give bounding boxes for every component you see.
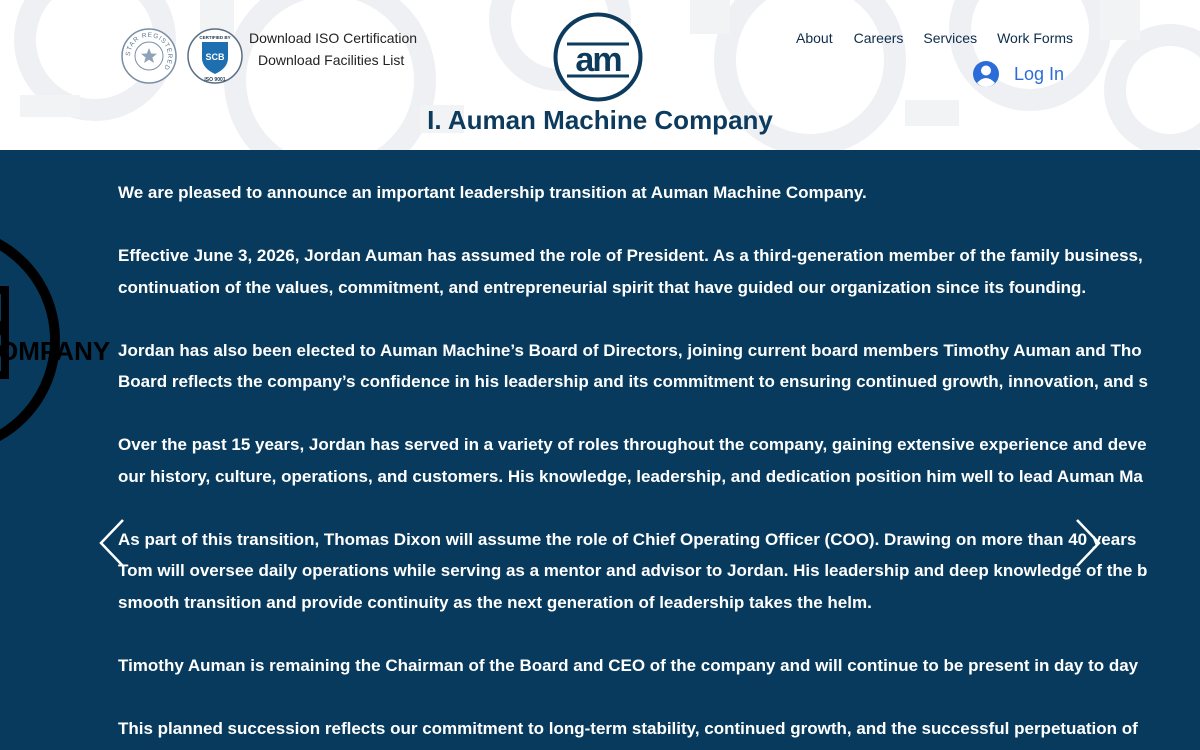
chevron-left-icon — [99, 519, 124, 567]
page-title: I. Auman Machine Company — [427, 105, 773, 135]
scb-mark: SCB — [205, 52, 225, 62]
login-button[interactable]: Log In — [972, 60, 1064, 88]
paragraph-line: As part of this transition, Thomas Dixon… — [118, 529, 1137, 549]
watermark-text: OMPANY — [0, 336, 110, 366]
scb-bottom-text: ISO 9001 — [204, 77, 225, 83]
nav-about[interactable]: About — [796, 30, 833, 46]
login-label: Log In — [1014, 63, 1065, 84]
nav-careers[interactable]: Careers — [854, 30, 904, 46]
paragraph-5: As part of this transition, Thomas Dixon… — [118, 524, 1200, 619]
paragraph-3: Jordan has also been elected to Auman Ma… — [118, 335, 1200, 398]
announcement-text: We are pleased to announce an important … — [118, 177, 1200, 750]
paragraph-2: Effective June 3, 2026, Jordan Auman has… — [118, 240, 1200, 303]
paragraph-line: Effective June 3, 2026, Jordan Auman has… — [118, 246, 1143, 265]
paragraph-line: smooth transition and provide continuity… — [118, 592, 872, 612]
paragraph-7: This planned succession reflects our com… — [118, 713, 1200, 745]
paragraph-4: Over the past 15 years, Jordan has serve… — [118, 429, 1200, 492]
nav-services[interactable]: Services — [923, 30, 977, 46]
main-nav: About Careers Services Work Forms — [796, 30, 1073, 46]
paragraph-line: continuation of the values, commitment, … — [118, 277, 1087, 297]
paragraph-line: Jordan has also been elected to Auman Ma… — [118, 340, 1142, 360]
paragraph-line: Tom will oversee daily operations while … — [118, 561, 1148, 580]
paragraph-line: Timothy Auman is remaining the Chairman … — [118, 655, 1139, 675]
star-registered-badge: STAR REGISTERED — [121, 28, 177, 84]
nav-work-forms[interactable]: Work Forms — [997, 30, 1073, 46]
scb-top-text: CERTIFIED BY — [199, 35, 230, 40]
paragraph-line: our history, culture, operations, and cu… — [118, 466, 1143, 486]
slideshow-next-button[interactable] — [1072, 518, 1102, 568]
paragraph-line: Board reflects the company’s confidence … — [118, 372, 1148, 391]
site-header: STAR REGISTERED CERTIFIED BY SCB ISO 900… — [0, 0, 1200, 150]
user-avatar-icon — [973, 61, 999, 87]
paragraph-line: We are pleased to announce an important … — [118, 183, 867, 202]
slideshow-prev-button[interactable] — [98, 518, 128, 568]
company-logo-watermark: OMPANY — [0, 239, 110, 441]
paragraph-line: This planned succession reflects our com… — [118, 718, 1138, 738]
paragraph-1: We are pleased to announce an important … — [118, 177, 1200, 209]
paragraph-6: Timothy Auman is remaining the Chairman … — [118, 650, 1200, 682]
chevron-right-icon — [1076, 519, 1101, 567]
announcement-section: OMPANY We are pleased to announce an imp… — [0, 150, 1200, 750]
download-facilities-link[interactable]: Download Facilities List — [258, 52, 404, 68]
company-logo[interactable]: am — [553, 12, 643, 102]
scb-iso-badge: CERTIFIED BY SCB ISO 9001 — [187, 28, 243, 84]
logo-mark: am — [575, 41, 621, 79]
download-iso-link[interactable]: Download ISO Certification — [249, 30, 417, 46]
paragraph-line: Over the past 15 years, Jordan has serve… — [118, 435, 1147, 454]
